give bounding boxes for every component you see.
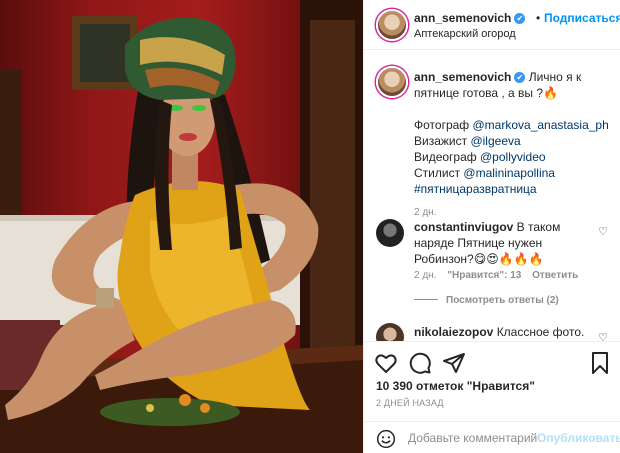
- comment-like-heart-icon[interactable]: ♡: [598, 225, 608, 238]
- credit-line: Видеограф @pollyvideo: [414, 150, 546, 164]
- replies-divider: [414, 299, 438, 300]
- emoji-icon[interactable]: [376, 429, 396, 449]
- comments-list[interactable]: ann_semenovich ✔ Лично я к пятнице готова…: [364, 51, 620, 341]
- follow-button[interactable]: Подписаться: [544, 11, 620, 25]
- comment-body: constantinviugov В таком наряде Пятнице …: [414, 219, 592, 267]
- author-username[interactable]: ann_semenovich ✔: [414, 11, 526, 25]
- header-separator: •: [536, 11, 541, 25]
- comment-body: nikolaiezopov Классное фото.: [414, 325, 584, 339]
- commenter-username[interactable]: nikolaiezopov: [414, 325, 493, 339]
- add-comment-bar: Опубликовать: [364, 421, 620, 453]
- bookmark-icon[interactable]: [588, 351, 612, 375]
- post-date[interactable]: 2 дней назад: [376, 398, 444, 408]
- mention-link[interactable]: @pollyvideo: [480, 150, 546, 164]
- view-replies-button[interactable]: Посмотреть ответы (2): [414, 295, 559, 306]
- share-icon[interactable]: [442, 351, 466, 375]
- wall-painting: [80, 24, 130, 82]
- bracelets: [96, 288, 114, 308]
- comment-time[interactable]: 2 дн.: [414, 270, 436, 281]
- credit-line: Фотограф @markova_anastasia_ph: [414, 118, 609, 132]
- mention-link[interactable]: @malininapollina: [463, 166, 555, 180]
- credit-line: Визажист @ilgeeva: [414, 134, 521, 148]
- author-avatar[interactable]: [376, 9, 408, 41]
- comment-like-heart-icon[interactable]: ♡: [598, 331, 608, 341]
- photo-illustration: [0, 0, 363, 453]
- commenter-avatar[interactable]: [376, 219, 404, 247]
- likes-count[interactable]: 10 390 отметок "Нравится": [376, 379, 535, 393]
- comment-likes-count[interactable]: "Нравится": 13: [447, 270, 521, 281]
- location-link[interactable]: Аптекарский огород: [414, 28, 516, 40]
- commenter-avatar[interactable]: [376, 323, 404, 341]
- mention-link[interactable]: @ilgeeva: [470, 134, 520, 148]
- commenter-username[interactable]: constantinviugov: [414, 220, 513, 234]
- comment-text: Классное фото.: [493, 325, 585, 339]
- mention-link[interactable]: @markova_anastasia_ph: [473, 118, 609, 132]
- comment-input[interactable]: [408, 430, 538, 446]
- verified-icon: ✔: [514, 13, 526, 24]
- heart-icon[interactable]: [374, 351, 398, 375]
- reply-button[interactable]: Ответить: [532, 270, 578, 281]
- verified-icon: ✔: [514, 72, 526, 83]
- table-flowers: [100, 398, 240, 426]
- caption-username[interactable]: ann_semenovich: [414, 70, 511, 84]
- shelf: [310, 20, 355, 350]
- post-comment-button[interactable]: Опубликовать: [537, 431, 620, 445]
- post-header: ann_semenovich ✔ • Подписаться Аптекарски…: [364, 0, 620, 50]
- comment-meta: 2 дн. "Нравится": 13 Ответить: [414, 270, 586, 281]
- post-sidebar: ann_semenovich ✔ • Подписаться Аптекарски…: [363, 0, 620, 453]
- credit-line: Стилист @malininapollina: [414, 166, 555, 180]
- comment-icon[interactable]: [408, 351, 432, 375]
- hashtag-link[interactable]: #пятницаразвратница: [414, 182, 537, 196]
- caption-body: ann_semenovich ✔ Лично я к пятнице готова…: [414, 69, 614, 221]
- post-photo[interactable]: [0, 0, 363, 453]
- caption-avatar[interactable]: [376, 66, 408, 98]
- post-actions: 10 390 отметок "Нравится" 2 дней назад: [364, 341, 620, 411]
